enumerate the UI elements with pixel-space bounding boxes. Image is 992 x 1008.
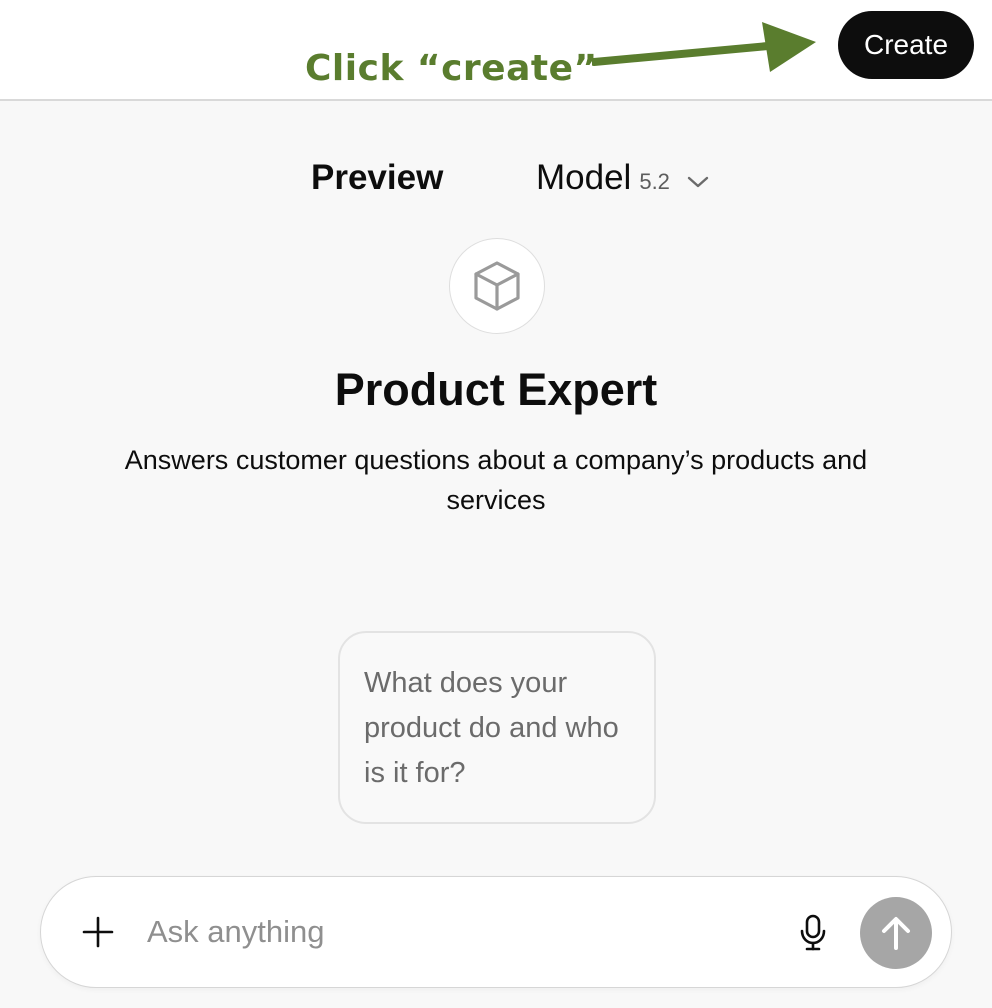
- annotation-text: Click “create”: [305, 48, 598, 89]
- model-version: 5.2: [639, 169, 670, 194]
- microphone-button[interactable]: [795, 913, 831, 953]
- microphone-icon: [800, 914, 826, 951]
- composer: [40, 876, 952, 988]
- plus-icon: [82, 916, 114, 948]
- tab-preview[interactable]: Preview: [311, 158, 443, 198]
- gpt-avatar: [449, 238, 545, 334]
- conversation-starter[interactable]: What does your product do and who is it …: [338, 631, 656, 824]
- chevron-down-icon: [687, 176, 709, 188]
- gpt-builder-page: Click “create” Create Preview Model 5.2 …: [0, 0, 992, 1008]
- gpt-title: Product Expert: [334, 364, 658, 415]
- annotation-arrow-icon: [592, 22, 816, 72]
- ask-input[interactable]: [147, 907, 767, 957]
- top-bar: Click “create” Create: [0, 0, 992, 101]
- cube-icon: [474, 261, 520, 311]
- create-button[interactable]: Create: [838, 11, 974, 79]
- model-label: Model: [536, 158, 632, 197]
- arrow-up-icon: [882, 917, 910, 950]
- model-selector[interactable]: Model 5.2: [536, 158, 710, 202]
- send-button[interactable]: [860, 897, 932, 969]
- gpt-description: Answers customer questions about a compa…: [124, 445, 868, 515]
- plus-button[interactable]: [77, 911, 119, 953]
